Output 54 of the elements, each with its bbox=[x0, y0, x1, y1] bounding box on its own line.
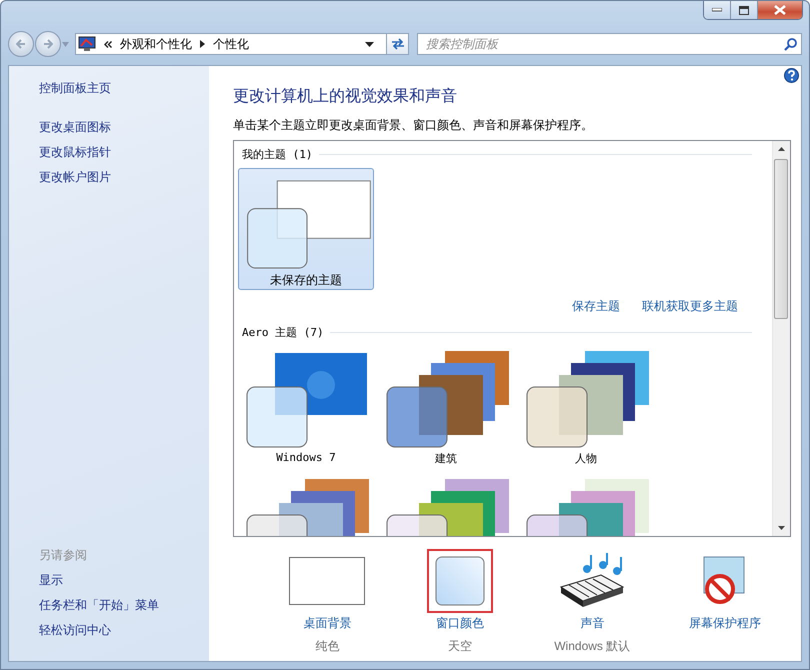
maximize-icon bbox=[739, 6, 749, 14]
refresh-arrows-icon bbox=[390, 38, 404, 50]
close-icon bbox=[774, 5, 786, 15]
theme-name: Windows 7 bbox=[276, 451, 336, 464]
see-also-link[interactable]: 任务栏和「开始」菜单 bbox=[39, 597, 159, 614]
page-description: 单击某个主题立即更改桌面背景、窗口颜色、声音和屏幕保护程序。 bbox=[233, 117, 594, 134]
setting-link[interactable]: 声音 bbox=[580, 615, 604, 632]
help-icon[interactable] bbox=[784, 68, 799, 83]
theme-item[interactable]: 未保存的主题 bbox=[238, 168, 374, 290]
sidebar-link[interactable]: 更改鼠标指针 bbox=[39, 144, 111, 161]
control-panel-icon bbox=[78, 36, 96, 52]
minimize-button[interactable] bbox=[704, 1, 731, 19]
chevron-double-icon bbox=[104, 40, 112, 48]
group-heading: Aero 主题 (7) bbox=[242, 325, 324, 340]
refresh-button[interactable] bbox=[387, 33, 409, 55]
see-also-link[interactable]: 显示 bbox=[39, 572, 63, 589]
close-button[interactable] bbox=[758, 1, 802, 19]
minimize-icon bbox=[712, 8, 722, 12]
breadcrumb-arrow-icon[interactable] bbox=[200, 40, 205, 48]
maximize-button[interactable] bbox=[731, 1, 758, 19]
forward-arrow-icon bbox=[43, 39, 53, 49]
scroll-up-icon[interactable] bbox=[778, 147, 785, 151]
theme-item[interactable]: 建筑 bbox=[378, 346, 514, 468]
theme-link[interactable]: 联机获取更多主题 bbox=[642, 298, 738, 315]
breadcrumb-item[interactable]: 个性化 bbox=[213, 36, 249, 52]
window-color-swatch bbox=[434, 556, 485, 606]
setting-value: 纯色 bbox=[315, 638, 340, 655]
group-heading: 我的主题 (1) bbox=[242, 147, 312, 162]
scroll-down-icon[interactable] bbox=[778, 526, 785, 530]
setting-value: 天空 bbox=[448, 638, 472, 655]
theme-item[interactable]: Windows 7 bbox=[238, 346, 374, 468]
sidebar-link[interactable]: 更改帐户图片 bbox=[39, 169, 111, 186]
search-bar[interactable]: 搜索控制面板 bbox=[417, 33, 802, 55]
breadcrumb-item[interactable]: 外观和个性化 bbox=[120, 36, 192, 52]
search-icon bbox=[784, 38, 797, 50]
back-arrow-icon bbox=[16, 39, 26, 49]
theme-name: 人物 bbox=[575, 451, 597, 466]
setting-link[interactable]: 桌面背景 bbox=[303, 615, 352, 632]
see-also-heading: 另请参阅 bbox=[39, 547, 88, 564]
address-bar[interactable]: 外观和个性化 个性化 bbox=[75, 33, 387, 55]
setting-value: Windows 默认 bbox=[554, 638, 630, 655]
search-input[interactable]: 搜索控制面板 bbox=[424, 36, 784, 52]
sidebar-link[interactable]: 控制面板主页 bbox=[39, 80, 111, 97]
scrollbar[interactable] bbox=[772, 141, 790, 536]
setting-link[interactable]: 屏幕保护程序 bbox=[688, 615, 761, 632]
dropdown-caret-icon[interactable] bbox=[365, 42, 374, 46]
setting-link[interactable]: 窗口颜色 bbox=[436, 615, 484, 632]
see-also-link[interactable]: 轻松访问中心 bbox=[39, 622, 111, 639]
theme-link[interactable]: 保存主题 bbox=[572, 298, 620, 315]
sidebar-link[interactable]: 更改桌面图标 bbox=[39, 119, 111, 136]
theme-name: 建筑 bbox=[435, 451, 457, 466]
theme-item[interactable]: 人物 bbox=[518, 346, 654, 468]
page-heading: 更改计算机上的视觉效果和声音 bbox=[233, 86, 458, 107]
theme-name: 未保存的主题 bbox=[270, 272, 342, 289]
